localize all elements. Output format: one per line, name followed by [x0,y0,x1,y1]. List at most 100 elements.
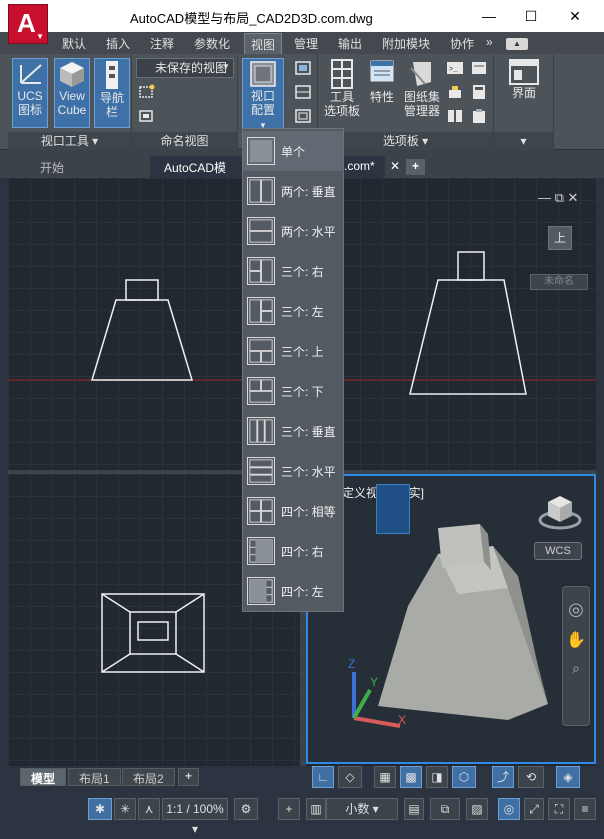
svg-text:Z: Z [348,657,355,671]
units-dropdown[interactable]: 小数 ▾ [326,798,398,820]
annotation-scale-dropdown[interactable]: 1:1 / 100% ▾ [162,798,228,836]
zoom-icon[interactable]: ⌕ [563,660,589,677]
menu-item-three-vertical[interactable]: 三个: 垂直 [243,411,343,451]
tab-more[interactable]: » [486,35,493,49]
polar-tracking-icon[interactable]: ◇ [338,766,362,788]
menu-item-three-left[interactable]: 三个: 左 [243,291,343,331]
viewport-controls[interactable]: — ⧉ ✕ [538,190,578,206]
tab-output[interactable]: 输出 [338,35,362,52]
viewcube-label-1: View [59,89,85,103]
minimize-button[interactable]: — [466,0,512,32]
tab-default[interactable]: 默认 [62,35,86,52]
tool-palettes-label-2: 选项板 [323,104,360,118]
maximize-button[interactable]: ☐ [508,0,554,32]
three-vertical-icon [247,417,275,445]
menu-item-three-above[interactable]: 三个: 上 [243,331,343,371]
ribbon-minimize-icon[interactable]: ▲ [506,38,528,50]
join-viewport-icon[interactable] [294,108,312,124]
design-center-icon[interactable] [446,84,464,100]
menu-item-two-vertical[interactable]: 两个: 垂直 [243,171,343,211]
annotation-scale-icon[interactable]: ⋏ [138,798,160,820]
sheet-set-manager-button[interactable]: 图纸集 管理器 [400,58,444,130]
workspace-icon[interactable]: ◈ [556,766,580,788]
menu-item-four-right[interactable]: 四个: 右 [243,531,343,571]
close-button[interactable]: ✕ [552,0,598,32]
maximize-viewport-icon[interactable]: ⛶ [548,798,570,820]
viewcube-3d-icon[interactable] [536,490,584,538]
layer-icon[interactable] [446,108,464,124]
application-menu-button[interactable]: A ▼ [8,4,48,44]
menu-item-three-below[interactable]: 三个: 下 [243,371,343,411]
viewcube-button[interactable]: View Cube [54,58,90,128]
menu-item-three-horizontal[interactable]: 三个: 水平 [243,451,343,491]
tool-palettes-button[interactable]: 工具 选项板 [320,58,364,130]
annotation-visibility-icon[interactable]: ✱ [88,798,112,820]
fullscreen-icon[interactable]: ⤢ [524,798,544,820]
menu-item-single[interactable]: 单个 [243,131,343,171]
navigation-bar[interactable]: ◎ ✋ ⌕ [562,586,590,726]
markup-icon[interactable] [470,60,488,76]
wcs-menu[interactable]: WCS [534,542,582,560]
calculator-icon[interactable] [470,84,488,100]
viewport-tools-label[interactable]: 视口工具 ▾ [8,132,131,150]
tab-annotate[interactable]: 注释 [150,35,174,52]
3d-osnap-icon[interactable]: ⬡ [452,766,476,788]
tab-view[interactable]: 视图 [244,33,283,54]
menu-item-two-horizontal[interactable]: 两个: 水平 [243,211,343,251]
interface-expand-button[interactable]: ▾ [494,132,553,150]
customization-menu-icon[interactable]: ≡ [574,798,596,820]
isolate-icon[interactable]: ⧉ [430,798,460,820]
command-line-icon[interactable]: >_ [446,60,464,76]
menu-item-four-equal[interactable]: 四个: 相等 [243,491,343,531]
viewport-bottom-right[interactable]: 定义视图][真实] Z X Y WCS ◎ ✋ ⌕ [306,474,596,764]
tab-addins[interactable]: 附加模块 [382,35,430,52]
clipboard-icon[interactable] [470,108,488,124]
quick-properties-icon[interactable]: ▤ [404,798,424,820]
three-above-icon [247,337,275,365]
named-view-dropdown[interactable]: 未保存的视图 [136,58,234,78]
model-tab[interactable]: 模型 [20,768,67,786]
viewport-configuration-button[interactable]: 视口 配置 ▼ [242,58,284,130]
user-interface-button[interactable]: 界面 [502,58,546,114]
wcs-menu-top[interactable]: 未命名 [530,274,588,290]
add-layout-button[interactable]: + [178,768,200,786]
window-title: AutoCAD模型与布局_CAD2D3D.com.dwg [130,11,373,26]
gizmo-icon[interactable]: ⟲ [518,766,544,788]
properties-button[interactable]: 特性 [366,58,398,130]
clip-viewport-icon[interactable] [294,84,312,100]
active-drawing-tab[interactable]: AutoCAD模型 [150,156,242,192]
new-view-icon[interactable] [138,84,156,100]
hardware-acceleration-icon[interactable]: ▨ [466,798,488,820]
view-manager-icon[interactable] [138,108,156,124]
object-snap-icon[interactable]: ▦ [374,766,396,788]
units-icon[interactable]: ▥ [306,798,326,820]
steering-wheel-icon[interactable]: ◎ [563,599,589,620]
layout1-tab[interactable]: 布局1 [68,768,121,786]
menu-item-four-left[interactable]: 四个: 左 [243,571,343,611]
gear-icon[interactable]: ⚙ [234,798,258,820]
ortho-icon[interactable]: ∟ [312,766,334,788]
menu-item-three-right[interactable]: 三个: 右 [243,251,343,291]
new-tab-button[interactable]: + [406,159,426,175]
named-viewport-icon[interactable] [294,60,312,76]
palettes-label[interactable]: 选项板 ▾ [318,132,493,150]
navbar-button[interactable]: 导航栏 [94,58,130,128]
layout2-tab[interactable]: 布局2 [122,768,175,786]
tab-manage[interactable]: 管理 [294,35,318,52]
tab-collaborate[interactable]: 协作 [450,35,474,52]
tab-parametric[interactable]: 参数化 [194,35,230,52]
ucs-label-1: UCS [17,89,43,103]
viewcube-top-face[interactable]: 上 [548,226,572,250]
auto-scale-icon[interactable]: ✳ [114,798,136,820]
ucs-label-2: 图标 [17,103,42,117]
selection-cycling-icon[interactable]: ◨ [426,766,448,788]
start-tab[interactable]: 开始 [30,156,74,178]
grid-snap-icon[interactable]: ▩ [400,766,422,788]
tab-insert[interactable]: 插入 [106,35,130,52]
ucs-icon-button[interactable]: UCS 图标 [12,58,48,128]
clean-screen-toggle-icon[interactable]: ◎ [498,798,520,820]
plus-icon[interactable]: + [278,798,300,820]
svg-text:>_: >_ [449,66,458,74]
ucs-dynamic-icon[interactable]: ⤴ [492,766,514,788]
pan-icon[interactable]: ✋ [563,630,589,650]
